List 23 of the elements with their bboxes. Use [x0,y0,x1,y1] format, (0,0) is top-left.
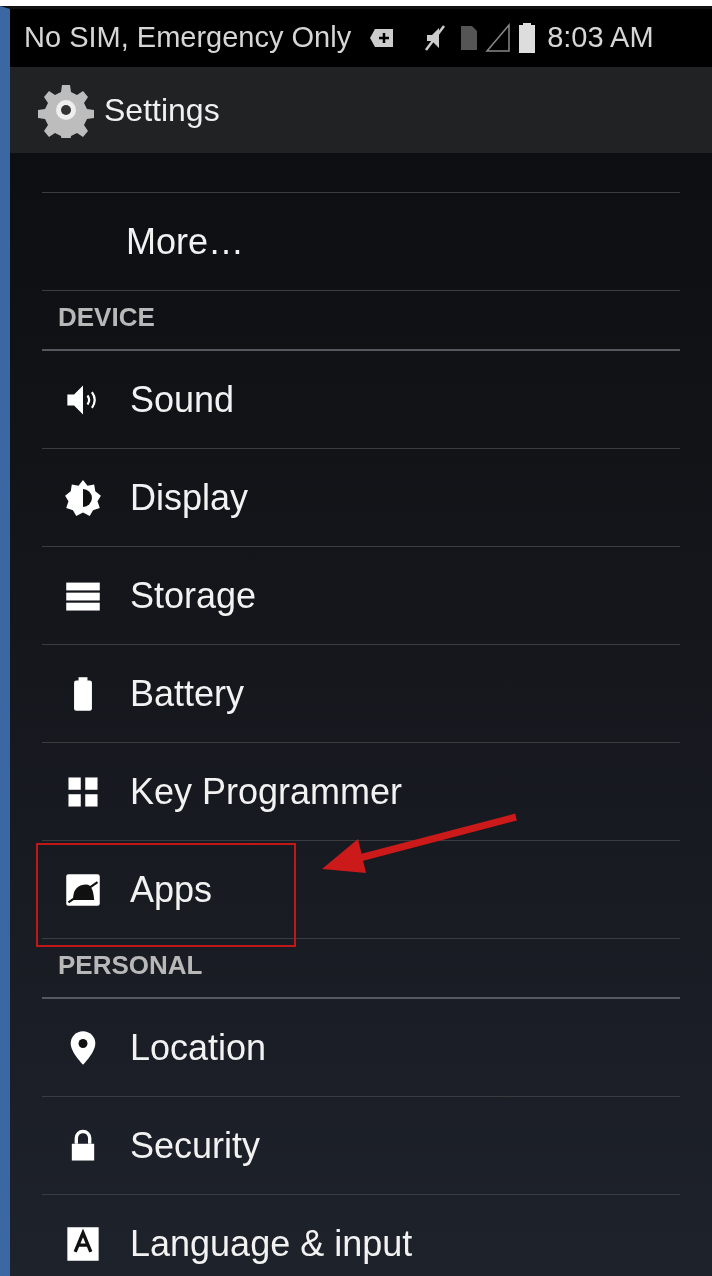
settings-item[interactable]: Display [42,449,249,546]
mute-icon [423,23,448,53]
screen-title: Settings [104,91,220,130]
settings-item[interactable]: More… [42,193,245,290]
carrier-status: No SIM, Emergency Only [24,20,352,56]
settings-item[interactable]: Security [42,1097,261,1194]
settings-item[interactable]: Location [42,999,267,1096]
settings-item[interactable]: Key Programmer [42,743,403,840]
signal-icon [485,23,512,53]
sim-icon [459,24,480,52]
notification-icon [369,27,396,49]
settings-item[interactable]: Storage [42,547,257,644]
gear-icon [38,82,94,138]
battery-icon [517,22,538,54]
brightness-icon [64,478,102,517]
section-header: DEVICE [58,301,155,334]
settings-item[interactable]: Battery [42,645,245,742]
settings-item[interactable]: Sound [42,351,235,448]
settings-item[interactable]: Apps [42,841,213,938]
keyboard-language-icon [64,1224,102,1263]
section-header: PERSONAL [58,949,203,982]
clock: 8:03 AM [547,20,654,56]
settings-item[interactable]: Language & input [42,1195,413,1276]
